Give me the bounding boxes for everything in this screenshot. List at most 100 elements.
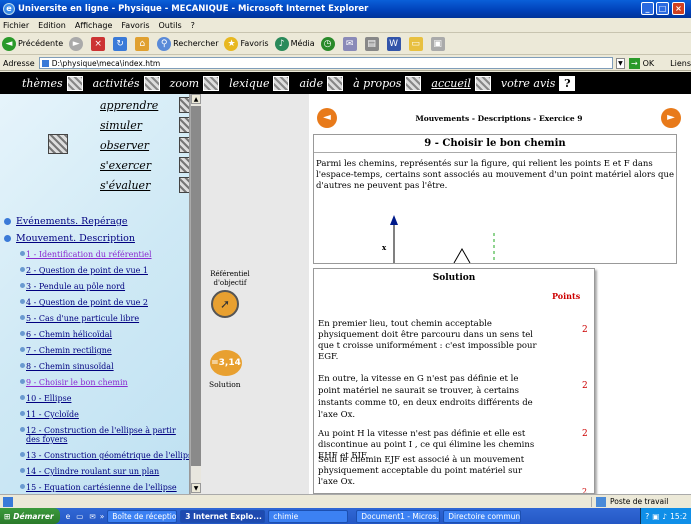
address-dropdown-icon[interactable]: ▼ xyxy=(615,57,626,69)
tree-item-11[interactable]: 11 - Cycloïde xyxy=(20,410,79,419)
network-tray-icon[interactable]: ▣ xyxy=(652,512,659,521)
history-icon: ◷ xyxy=(320,36,335,51)
tree-item-15[interactable]: 15 - Equation cartésienne de l'ellipse xyxy=(20,483,177,492)
nav-lexique[interactable]: lexique xyxy=(229,75,290,91)
prev-arrow-icon[interactable]: ◄ xyxy=(317,108,337,128)
tree-item-8[interactable]: 8 - Chemin sinusoïdal xyxy=(20,362,114,371)
menu-apprendre[interactable]: apprendre xyxy=(100,96,189,114)
menu-s-exercer[interactable]: s'exercer xyxy=(100,156,189,174)
task-directoire[interactable]: Directoire commun xyxy=(443,509,522,523)
tree-item-10[interactable]: 10 - Ellipse xyxy=(19,394,71,403)
address-bar: Adresse D:\physique\meca\index.htm ▼ → O… xyxy=(0,56,691,71)
favorites-button[interactable]: ★ Favoris xyxy=(224,36,269,51)
media-button[interactable]: ♪ Média xyxy=(274,36,315,51)
task-internet-explorer[interactable]: 3 Internet Explo... xyxy=(180,509,266,523)
nav-activites[interactable]: activités xyxy=(93,75,160,91)
solution-label[interactable]: Solution xyxy=(209,380,241,389)
back-button[interactable]: ◄ Précédente xyxy=(2,36,63,51)
nav-votre-avis[interactable]: votre avis? xyxy=(501,75,576,91)
mail-button[interactable]: ✉ xyxy=(342,36,359,51)
solution-paragraph-2: En outre, la vitesse en G n'est pas défi… xyxy=(318,374,533,420)
menu-observer[interactable]: observer xyxy=(100,136,189,154)
tree-item-12[interactable]: 12 - Construction de l'ellipse à partir … xyxy=(20,426,186,444)
middle-panel: Référentiel d'objectif ➚ =3,14 Solution xyxy=(201,94,309,494)
tree-evenements[interactable]: Evénements. Repérage xyxy=(4,216,128,227)
menu-outils[interactable]: Outils xyxy=(159,21,182,30)
word-button[interactable]: W xyxy=(386,36,403,51)
links-label[interactable]: Liens xyxy=(670,59,691,68)
menu-fichier[interactable]: Fichier xyxy=(3,21,29,30)
task-document1[interactable]: Document1 - Micros... xyxy=(356,509,441,523)
quicklaunch-ie-icon[interactable]: e xyxy=(66,512,71,521)
start-button[interactable]: ⊞ Démarrer xyxy=(0,508,60,524)
system-tray: ? ▣ ♪ 15:2 xyxy=(640,508,691,524)
nav-themes[interactable]: thèmes xyxy=(22,75,83,91)
volume-tray-icon[interactable]: ♪ xyxy=(662,512,667,521)
tree-item-9[interactable]: 9 - Choisir le bon chemin xyxy=(20,378,128,387)
tree-mouvement[interactable]: Mouvement. Description xyxy=(4,233,135,244)
menu-affichage[interactable]: Affichage xyxy=(75,21,113,30)
solution-paragraph-4: Seul le chemin EJF est associé à un mouv… xyxy=(318,455,525,487)
tree-item-5[interactable]: 5 - Cas d'une particule libre xyxy=(19,314,139,323)
quicklaunch-desktop-icon[interactable]: ▭ xyxy=(76,512,83,521)
tree-item-2[interactable]: 2 - Question de point de vue 1 xyxy=(20,266,148,275)
spacetime-figure xyxy=(390,215,495,263)
tree-item-7[interactable]: 7 - Chemin rectiligne xyxy=(20,346,112,355)
nav-zoom[interactable]: zoom xyxy=(170,75,220,91)
tree-item-1[interactable]: 1 - Identification du référentiel xyxy=(20,250,152,259)
home-icon: ⌂ xyxy=(135,36,150,51)
folder-icon: ▭ xyxy=(408,36,423,51)
next-arrow-icon[interactable]: ► xyxy=(661,108,681,128)
messenger-button[interactable]: ▣ xyxy=(430,36,447,51)
scroll-down-icon[interactable]: ▼ xyxy=(191,483,201,493)
stop-button[interactable]: × xyxy=(91,36,107,51)
nav-a-propos[interactable]: à propos xyxy=(353,75,422,91)
search-button[interactable]: ⚲ Rechercher xyxy=(157,36,218,51)
window-titlebar[interactable]: e Universite en ligne - Physique - MECAN… xyxy=(0,0,691,18)
tree-item-4[interactable]: 4 - Question de point de vue 2 xyxy=(20,298,148,307)
star-icon: ★ xyxy=(224,36,239,51)
apprendre-icon xyxy=(179,97,189,113)
menu-s-evaluer[interactable]: s'évaluer xyxy=(100,176,189,194)
pi-icon[interactable]: =3,14 xyxy=(210,350,242,376)
go-button[interactable]: OK xyxy=(643,59,655,68)
quicklaunch-mail-icon[interactable]: ✉ xyxy=(89,512,95,521)
lexique-icon xyxy=(273,75,290,91)
history-button[interactable]: ◷ xyxy=(320,36,337,51)
s-evaluer-icon xyxy=(179,177,189,193)
menu-favoris[interactable]: Favoris xyxy=(121,21,149,30)
go-arrow-icon[interactable]: → xyxy=(629,57,640,69)
print-button[interactable]: ▤ xyxy=(364,36,381,51)
help-tray-icon[interactable]: ? xyxy=(645,512,649,521)
task-chimie[interactable]: chimie xyxy=(268,509,349,523)
menu-help[interactable]: ? xyxy=(191,21,195,30)
tree-item-14[interactable]: 14 - Cylindre roulant sur un plan xyxy=(19,467,159,476)
nav-aide[interactable]: aide xyxy=(299,75,344,91)
exercise-title: 9 - Choisir le bon chemin xyxy=(314,135,676,153)
folder-button[interactable]: ▭ xyxy=(408,36,425,51)
menu-simuler[interactable]: simuler xyxy=(100,116,189,134)
minimize-button[interactable]: _ xyxy=(641,2,654,15)
simuler-icon xyxy=(179,117,189,133)
scroll-thumb[interactable] xyxy=(191,106,201,466)
refresh-button[interactable]: ↻ xyxy=(113,36,129,51)
forward-button[interactable]: ► xyxy=(69,36,85,51)
tree-item-6[interactable]: 6 - Chemin hélicoïdal xyxy=(19,330,112,339)
menu-edition[interactable]: Edition xyxy=(38,21,66,30)
maximize-button[interactable]: □ xyxy=(656,2,669,15)
nav-accueil[interactable]: accueil xyxy=(431,75,491,91)
tree-item-3[interactable]: 3 - Pendule au pôle nord xyxy=(19,282,125,291)
s-exercer-icon xyxy=(179,157,189,173)
home-button[interactable]: ⌂ xyxy=(135,36,151,51)
left-scrollbar[interactable]: ▲ ▼ xyxy=(190,94,201,494)
task-inbox[interactable]: Boîte de réception -... xyxy=(107,509,178,523)
toolbar: ◄ Précédente ► × ↻ ⌂ ⚲ Rechercher ★ Favoris… xyxy=(0,33,691,55)
close-button[interactable]: × xyxy=(672,2,685,15)
window-title: Universite en ligne - Physique - MECANIQ… xyxy=(18,4,369,14)
address-input[interactable]: D:\physique\meca\index.htm xyxy=(38,57,613,69)
page-status-icon xyxy=(3,496,13,507)
tree-item-13[interactable]: 13 - Construction géométrique de l'ellip… xyxy=(20,451,189,460)
scroll-up-icon[interactable]: ▲ xyxy=(191,94,201,104)
quicklaunch-more-icon[interactable]: » xyxy=(100,512,105,521)
compass-icon[interactable]: ➚ xyxy=(211,290,239,318)
